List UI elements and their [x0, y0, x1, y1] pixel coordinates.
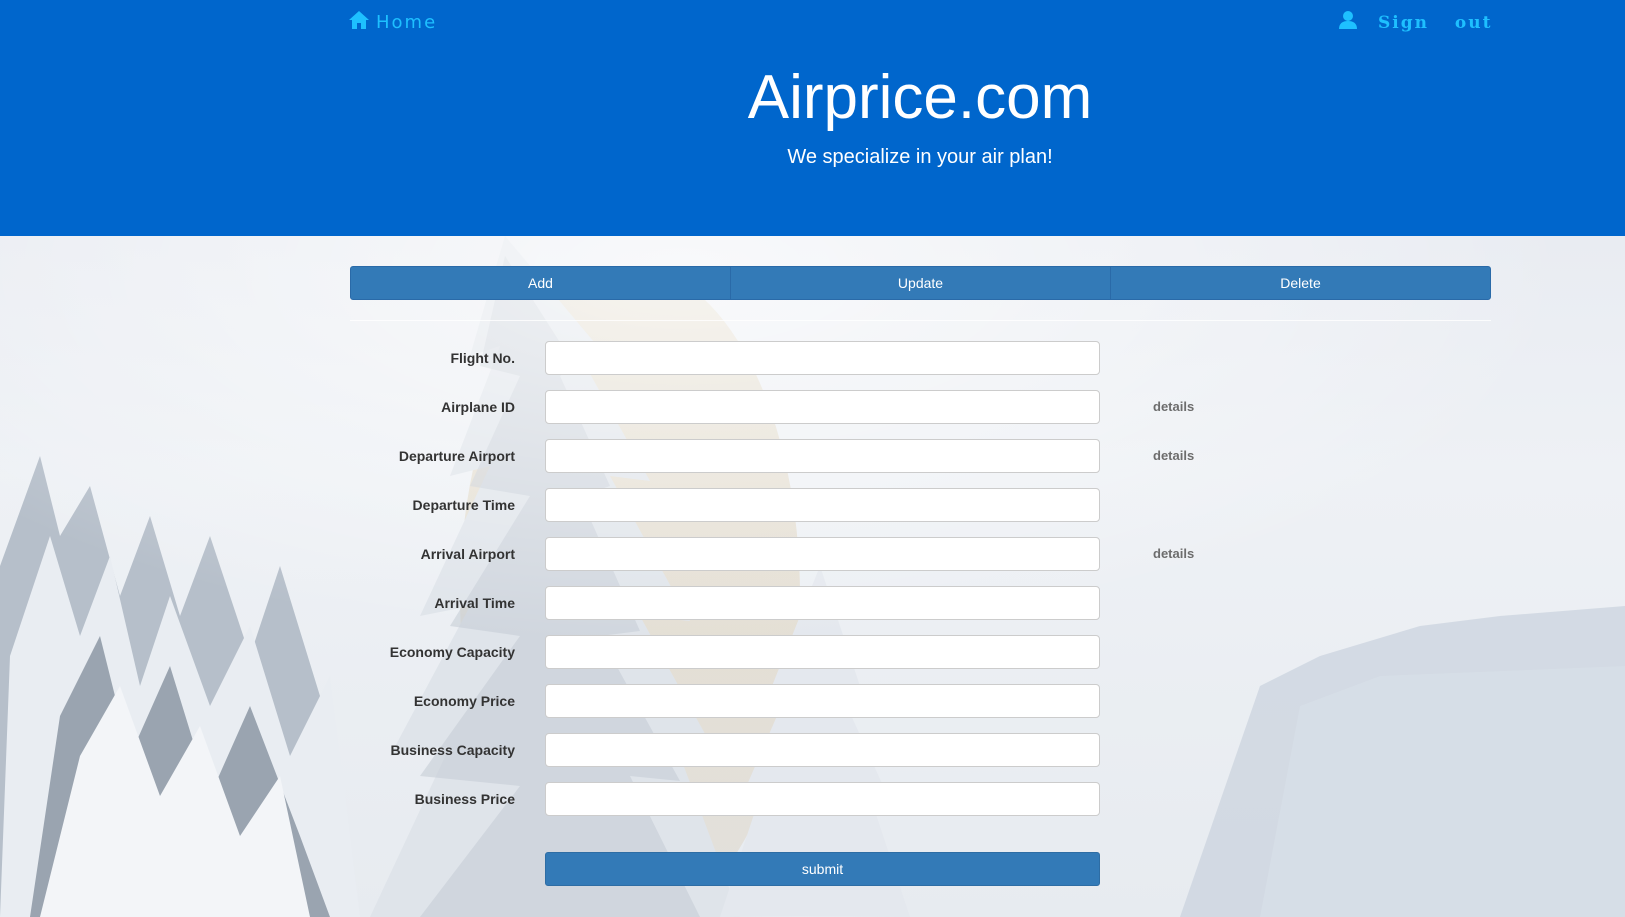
arrival-time-input[interactable] [545, 586, 1100, 620]
form-row-business-capacity: Business Capacity [350, 733, 1491, 767]
flight-no-input[interactable] [545, 341, 1100, 375]
home-link-label: Home [376, 12, 438, 33]
form-row-airplane-id: Airplane ID details [350, 390, 1491, 424]
tab-delete[interactable]: Delete [1110, 267, 1490, 299]
airplane-id-label: Airplane ID [441, 399, 515, 415]
economy-price-input[interactable] [545, 684, 1100, 718]
tab-add[interactable]: Add [351, 267, 730, 299]
business-price-label: Business Price [414, 791, 515, 807]
airplane-id-details-link[interactable]: details [1153, 390, 1194, 424]
economy-capacity-label: Economy Capacity [389, 644, 515, 660]
departure-airport-label: Departure Airport [398, 448, 515, 464]
tab-update[interactable]: Update [730, 267, 1110, 299]
form-row-departure-airport: Departure Airport details [350, 439, 1491, 473]
form-row-arrival-time: Arrival Time [350, 586, 1491, 620]
departure-airport-input[interactable] [545, 439, 1100, 473]
departure-time-label: Departure Time [412, 497, 515, 513]
departure-airport-details-link[interactable]: details [1153, 439, 1194, 473]
arrival-airport-details-link[interactable]: details [1153, 537, 1194, 571]
home-icon [348, 10, 370, 35]
form-row-economy-capacity: Economy Capacity [350, 635, 1491, 669]
business-capacity-input[interactable] [545, 733, 1100, 767]
form-row-economy-price: Economy Price [350, 684, 1491, 718]
signout-link[interactable]: Sign out [1338, 10, 1492, 35]
form-row-flight-no: Flight No. [350, 341, 1491, 375]
form-row-arrival-airport: Arrival Airport details [350, 537, 1491, 571]
form-row-departure-time: Departure Time [350, 488, 1491, 522]
user-icon [1338, 10, 1358, 35]
economy-capacity-input[interactable] [545, 635, 1100, 669]
site-header: Home Sign out Airprice.com We specialize… [0, 0, 1625, 236]
site-title: Airprice.com [747, 63, 1093, 132]
arrival-time-label: Arrival Time [434, 595, 515, 611]
submit-button[interactable]: submit [545, 852, 1100, 886]
home-link[interactable]: Home [348, 10, 437, 35]
departure-time-input[interactable] [545, 488, 1100, 522]
signout-link-label: Sign out [1378, 12, 1493, 33]
site-tagline: We specialize in your air plan! [787, 146, 1053, 168]
business-price-input[interactable] [545, 782, 1100, 816]
arrival-airport-label: Arrival Airport [420, 546, 515, 562]
airplane-id-input[interactable] [545, 390, 1100, 424]
economy-price-label: Economy Price [413, 693, 515, 709]
action-tabs: Add Update Delete [350, 266, 1491, 300]
divider [350, 320, 1491, 321]
arrival-airport-input[interactable] [545, 537, 1100, 571]
form-row-business-price: Business Price [350, 782, 1491, 816]
business-capacity-label: Business Capacity [390, 742, 516, 758]
flight-no-label: Flight No. [450, 350, 515, 366]
